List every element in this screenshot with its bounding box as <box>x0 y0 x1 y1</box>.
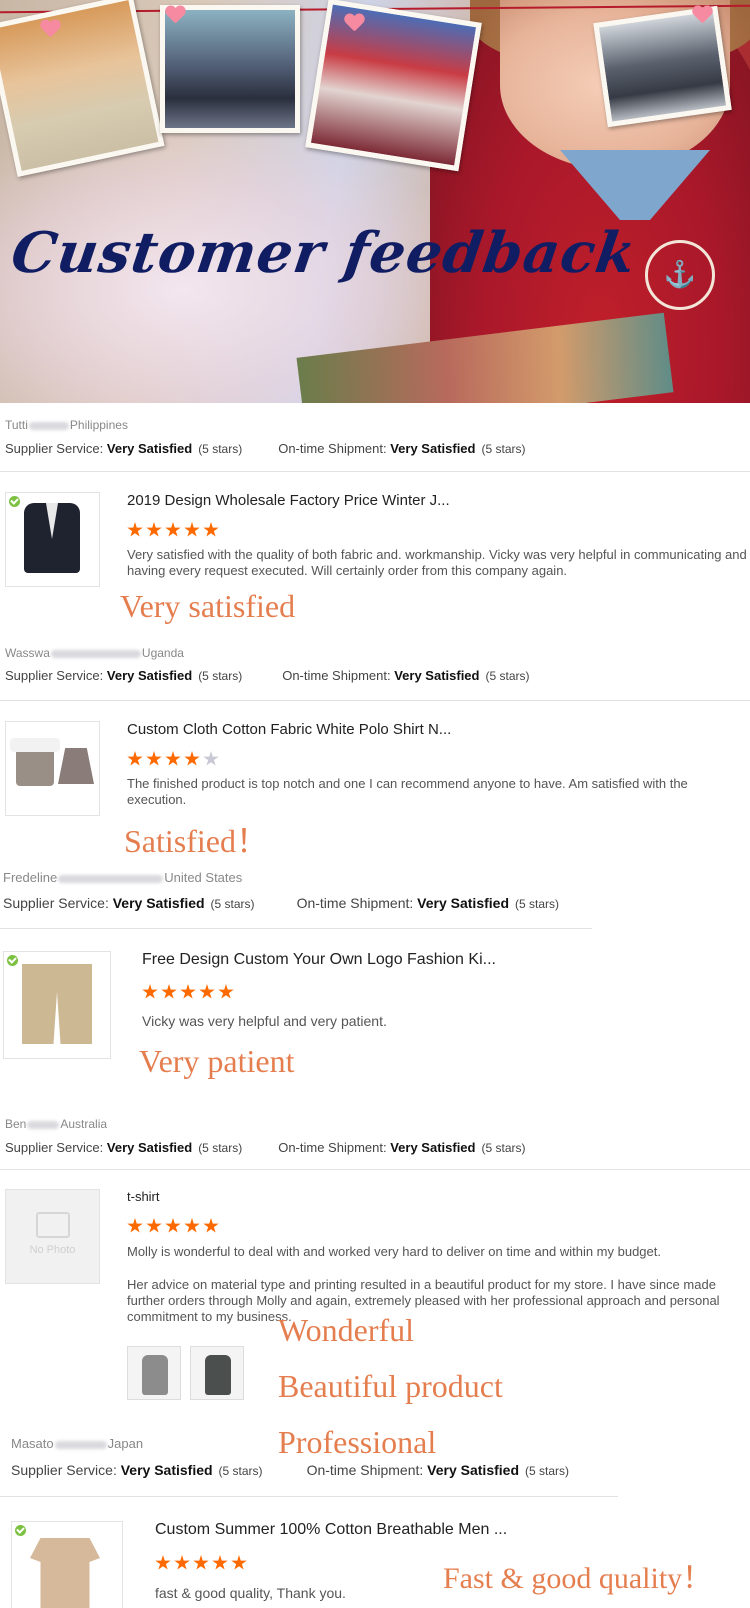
star-rating <box>127 1218 222 1239</box>
polo-shirt-image <box>30 1538 100 1608</box>
star-filled-icon <box>142 984 158 999</box>
feedback-annotation: Very patient <box>139 1043 295 1079</box>
rating-summary: Supplier Service: Very Satisfied (5 stars… <box>3 895 560 911</box>
reviewer-name: Tutti Philippines <box>5 418 128 432</box>
star-filled-icon <box>155 1555 171 1570</box>
divider <box>0 700 750 701</box>
star-filled-icon <box>199 984 215 999</box>
product-thumbnail[interactable]: No Photo <box>5 1189 100 1284</box>
star-filled-icon <box>203 522 219 537</box>
star-filled-icon <box>193 1555 209 1570</box>
feedback-annotation: Wonderful <box>278 1312 415 1348</box>
review-comment: The finished product is top notch and on… <box>127 776 688 807</box>
shirt-image <box>10 738 60 786</box>
star-rating <box>142 984 237 1005</box>
review-photo[interactable] <box>127 1346 181 1400</box>
star-filled-icon <box>184 522 200 537</box>
product-title[interactable]: 2019 Design Wholesale Factory Price Wint… <box>127 492 450 509</box>
star-filled-icon <box>165 751 181 766</box>
reviewer-name: Masato Japan <box>11 1436 144 1451</box>
blazer-image <box>24 503 80 573</box>
banner-title: Customer feedback <box>7 220 641 286</box>
feedback-annotation: Fast & good quality！ <box>443 1562 713 1595</box>
feedback-annotation: Professional <box>278 1424 437 1460</box>
shorts-image <box>22 964 92 1044</box>
star-filled-icon <box>165 1218 181 1233</box>
star-filled-icon <box>184 751 200 766</box>
star-filled-icon <box>203 1218 219 1233</box>
heart-clip-icon <box>692 6 712 24</box>
uniform-photo-3 <box>305 0 482 172</box>
product-thumbnail[interactable] <box>3 951 111 1059</box>
star-filled-icon <box>146 1218 162 1233</box>
star-empty-icon <box>203 751 219 766</box>
rating-summary: Supplier Service: Very Satisfied (5 stars… <box>5 668 530 683</box>
star-filled-icon <box>161 984 177 999</box>
feedback-annotation: Very satisfied <box>120 588 296 624</box>
star-filled-icon <box>146 522 162 537</box>
verified-icon <box>7 955 18 966</box>
image-placeholder-icon <box>35 1212 70 1238</box>
product-thumbnail[interactable] <box>5 721 100 816</box>
rating-summary: Supplier Service: Very Satisfied (5 stars… <box>5 441 526 456</box>
star-filled-icon <box>127 751 143 766</box>
reviewer-name: Ben Australia <box>5 1117 108 1131</box>
divider <box>0 1169 750 1170</box>
product-thumbnail[interactable] <box>5 492 100 587</box>
star-filled-icon <box>212 1555 228 1570</box>
review-comment-continued: Her advice on material type and printing… <box>127 1277 720 1324</box>
product-title[interactable]: Custom Cloth Cotton Fabric White Polo Sh… <box>127 721 451 738</box>
star-rating <box>127 751 222 772</box>
review-comment: Very satisfied with the quality of both … <box>127 547 747 578</box>
heart-clip-icon <box>40 20 60 38</box>
star-filled-icon <box>174 1555 190 1570</box>
skirt-image <box>58 748 94 784</box>
heart-clip-icon <box>165 6 185 24</box>
heart-clip-icon <box>344 14 364 32</box>
feedback-annotation: Beautiful product <box>278 1368 503 1404</box>
divider <box>0 471 750 472</box>
star-filled-icon <box>180 984 196 999</box>
review-photo[interactable] <box>190 1346 244 1400</box>
product-title[interactable]: Custom Summer 100% Cotton Breathable Men… <box>155 1521 507 1539</box>
star-filled-icon <box>127 522 143 537</box>
star-filled-icon <box>146 751 162 766</box>
verified-icon <box>9 496 20 507</box>
divider <box>0 1496 618 1497</box>
star-filled-icon <box>165 522 181 537</box>
verified-icon <box>15 1525 26 1536</box>
star-filled-icon <box>218 984 234 999</box>
no-photo-placeholder: No Photo <box>6 1190 99 1283</box>
school-crest-icon: ⚓ <box>645 240 715 310</box>
star-rating <box>127 522 222 543</box>
uniform-photo-1 <box>0 0 165 177</box>
reviewer-name: Wasswa Uganda <box>5 646 184 660</box>
star-rating <box>155 1555 250 1576</box>
product-thumbnail[interactable] <box>11 1521 123 1608</box>
customer-feedback-banner: ⚓ Customer feedback <box>0 0 750 403</box>
uniform-photo-2 <box>160 5 300 133</box>
reviewer-name: Fredeline United States <box>3 870 243 885</box>
star-filled-icon <box>127 1218 143 1233</box>
product-title[interactable]: t-shirt <box>127 1189 160 1204</box>
star-filled-icon <box>231 1555 247 1570</box>
feedback-annotation: Satisfied！ <box>124 823 268 859</box>
rating-summary: Supplier Service: Very Satisfied (5 stars… <box>5 1140 526 1155</box>
divider <box>0 928 592 929</box>
uniform-photo-4 <box>593 5 732 128</box>
star-filled-icon <box>184 1218 200 1233</box>
product-title[interactable]: Free Design Custom Your Own Logo Fashion… <box>142 951 496 969</box>
review-comment: Vicky was very helpful and very patient. <box>142 1013 387 1029</box>
review-comment: Molly is wonderful to deal with and work… <box>127 1244 661 1259</box>
rating-summary: Supplier Service: Very Satisfied (5 stars… <box>11 1462 570 1478</box>
